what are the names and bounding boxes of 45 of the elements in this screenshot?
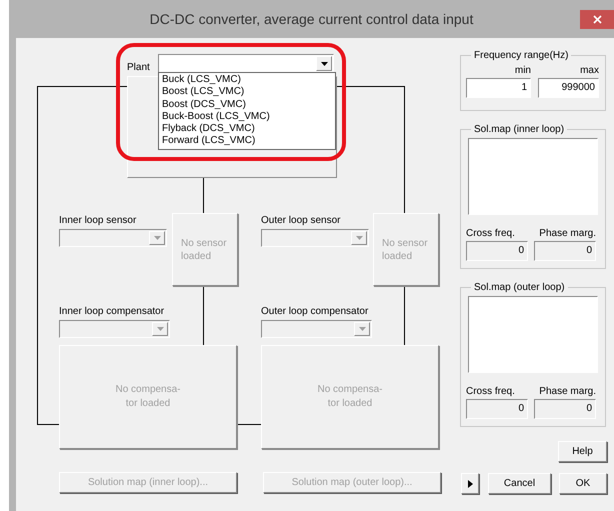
sensor-status: No sensor loaded (382, 236, 429, 262)
plant-dropdown[interactable] (158, 54, 334, 73)
dropdown-option[interactable]: Boost (LCS_VMC) (159, 86, 335, 99)
cross-freq-label: Cross freq. (466, 227, 516, 241)
dropdown-option[interactable]: Buck-Boost (LCS_VMC) (159, 110, 335, 124)
compensator-status: No compensa- tor loaded (115, 383, 181, 411)
min-label: min (514, 64, 531, 78)
dropdown-option[interactable]: Flyback (DCS_VMC) (159, 123, 335, 136)
group-title: Sol.map (outer loop) (473, 281, 566, 295)
expand-button[interactable] (461, 473, 479, 494)
window-title: DC-DC converter, average current control data input (150, 10, 474, 29)
close-button[interactable] (580, 10, 614, 29)
caret-icon (356, 236, 362, 240)
group-title: Sol.map (inner loop) (473, 123, 566, 137)
cross-freq-field[interactable]: 0 (466, 399, 528, 419)
phase-margin-label: Phase marg. (539, 227, 596, 241)
compensator-status: No compensa- tor loaded (317, 383, 383, 411)
max-label: max (580, 64, 599, 78)
phase-margin-field[interactable]: 0 (534, 399, 596, 419)
help-button[interactable]: Help (558, 441, 607, 462)
sensor-label: Outer loop sensor (261, 214, 340, 228)
plant-label: Plant (127, 61, 150, 75)
cross-freq-field[interactable]: 0 (466, 241, 528, 261)
min-frequency-input[interactable]: 1 (466, 78, 531, 98)
dropdown-option[interactable]: Buck (LCS_VMC) (159, 74, 335, 86)
group-title: Frequency range(Hz) (473, 49, 570, 63)
dropdown-option[interactable]: Forward (LCS_VMC) (159, 135, 335, 148)
play-icon (468, 480, 472, 488)
ok-button[interactable]: OK (559, 473, 607, 494)
cancel-button[interactable]: Cancel (488, 473, 551, 494)
caret-icon (320, 62, 328, 66)
caret-icon (154, 236, 160, 240)
caret-icon (156, 327, 164, 331)
caret-icon (358, 327, 366, 331)
compensator-label: Outer loop compensator (261, 305, 368, 319)
dropdown-option[interactable]: Boost (DCS_VMC) (159, 98, 335, 111)
close-icon (592, 15, 602, 24)
compensator-label: Inner loop compensator (59, 305, 164, 319)
sensor-label: Inner loop sensor (59, 214, 136, 228)
sensor-status: No sensor loaded (181, 236, 228, 262)
phase-margin-field[interactable]: 0 (534, 241, 596, 261)
dropdown-button[interactable] (316, 56, 332, 71)
phase-margin-label: Phase marg. (539, 385, 596, 399)
cross-freq-label: Cross freq. (466, 385, 516, 399)
max-frequency-input[interactable]: 999000 (538, 78, 599, 98)
